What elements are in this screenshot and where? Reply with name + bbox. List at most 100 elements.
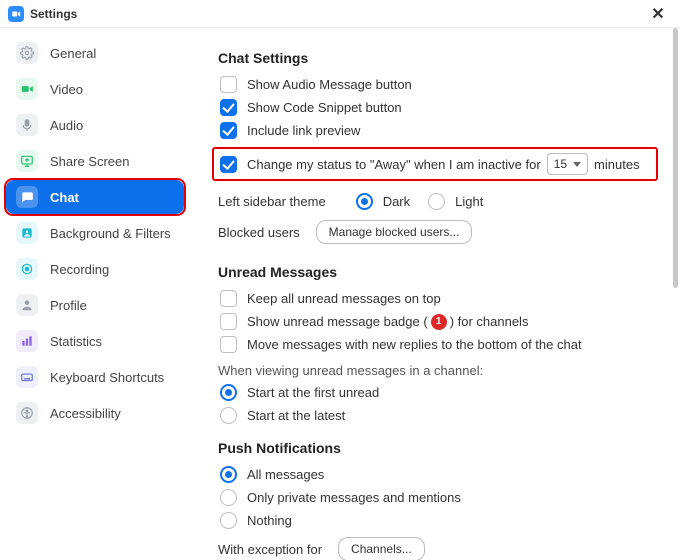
sidebar-item-profile[interactable]: Profile — [6, 288, 184, 322]
app-icon — [8, 6, 24, 22]
background-icon — [16, 222, 38, 244]
share-screen-icon — [16, 150, 38, 172]
radio-light[interactable] — [428, 193, 445, 210]
option-label: Nothing — [247, 513, 292, 528]
checkbox-checked-icon — [220, 122, 237, 139]
sidebar-item-background-filters[interactable]: Background & Filters — [6, 216, 184, 250]
option-label-pre: Show unread message badge ( — [247, 314, 428, 329]
option-move-replies-bottom[interactable]: Move messages with new replies to the bo… — [218, 336, 658, 353]
window-title: Settings — [30, 7, 77, 21]
radio-dark[interactable] — [356, 193, 373, 210]
radio-unchecked-icon — [220, 407, 237, 424]
option-push-private[interactable]: Only private messages and mentions — [218, 489, 658, 506]
sidebar-item-recording[interactable]: Recording — [6, 252, 184, 286]
statistics-icon — [16, 330, 38, 352]
sidebar-item-video[interactable]: Video — [6, 72, 184, 106]
sidebar-item-label: Profile — [50, 298, 87, 313]
theme-dark-label: Dark — [383, 194, 410, 209]
checkbox-checked-icon — [220, 99, 237, 116]
option-label: Keep all unread messages on top — [247, 291, 441, 306]
sidebar-item-label: Accessibility — [50, 406, 121, 421]
option-label: Start at the first unread — [247, 385, 379, 400]
option-away-status[interactable]: Change my status to "Away" when I am ina… — [212, 147, 658, 181]
video-icon — [16, 78, 38, 100]
sidebar-item-label: Chat — [50, 190, 79, 205]
button-label: Channels... — [351, 542, 412, 556]
chevron-down-icon — [573, 162, 581, 167]
checkbox-unchecked-icon — [220, 313, 237, 330]
sidebar-item-label: Background & Filters — [50, 226, 171, 241]
badge-count-icon: 1 — [431, 314, 447, 330]
sidebar-item-audio[interactable]: Audio — [6, 108, 184, 142]
option-show-audio-message[interactable]: Show Audio Message button — [218, 76, 658, 93]
push-exception-label: With exception for — [218, 542, 322, 557]
content-panel: Chat Settings Show Audio Message button … — [190, 28, 680, 560]
gear-icon — [16, 42, 38, 64]
button-label: Manage blocked users... — [329, 225, 460, 239]
away-minutes-select[interactable]: 15 — [547, 153, 588, 175]
profile-icon — [16, 294, 38, 316]
radio-checked-icon — [220, 384, 237, 401]
keyboard-icon — [16, 366, 38, 388]
sidebar-item-accessibility[interactable]: Accessibility — [6, 396, 184, 430]
sidebar-item-general[interactable]: General — [6, 36, 184, 70]
accessibility-icon — [16, 402, 38, 424]
option-show-code-snippet[interactable]: Show Code Snippet button — [218, 99, 658, 116]
manage-blocked-users-button[interactable]: Manage blocked users... — [316, 220, 473, 244]
scrollbar-thumb[interactable] — [673, 28, 678, 288]
option-label-post: ) for channels — [450, 314, 529, 329]
sidebar-item-label: Share Screen — [50, 154, 130, 169]
radio-unchecked-icon — [220, 512, 237, 529]
option-label: All messages — [247, 467, 324, 482]
sidebar-theme-label: Left sidebar theme — [218, 194, 326, 209]
close-button[interactable]: ✕ — [644, 0, 672, 28]
option-keep-unread-top[interactable]: Keep all unread messages on top — [218, 290, 658, 307]
away-minutes-value: 15 — [554, 157, 567, 171]
option-label: Show Audio Message button — [247, 77, 412, 92]
option-start-first-unread[interactable]: Start at the first unread — [218, 384, 658, 401]
checkbox-unchecked-icon — [220, 76, 237, 93]
option-label: Show Code Snippet button — [247, 100, 402, 115]
sidebar-item-chat[interactable]: Chat — [6, 180, 184, 214]
sidebar-item-label: Recording — [50, 262, 109, 277]
blocked-users-label: Blocked users — [218, 225, 300, 240]
sidebar-item-label: General — [50, 46, 96, 61]
radio-checked-icon — [220, 466, 237, 483]
theme-light-label: Light — [455, 194, 483, 209]
titlebar: Settings ✕ — [0, 0, 680, 28]
option-push-nothing[interactable]: Nothing — [218, 512, 658, 529]
sidebar-item-label: Keyboard Shortcuts — [50, 370, 164, 385]
option-start-latest[interactable]: Start at the latest — [218, 407, 658, 424]
checkbox-unchecked-icon — [220, 336, 237, 353]
checkbox-unchecked-icon — [220, 290, 237, 307]
option-label: Start at the latest — [247, 408, 345, 423]
audio-icon — [16, 114, 38, 136]
option-show-unread-badge[interactable]: Show unread message badge ( 1 ) for chan… — [218, 313, 658, 330]
away-text-suffix: minutes — [594, 157, 640, 172]
option-include-link-preview[interactable]: Include link preview — [218, 122, 658, 139]
chat-icon — [16, 186, 38, 208]
push-exception-row: With exception for Channels... — [218, 537, 658, 560]
blocked-users-row: Blocked users Manage blocked users... — [218, 220, 658, 244]
option-label: Move messages with new replies to the bo… — [247, 337, 582, 352]
sidebar: General Video Audio Share Screen Chat — [0, 28, 190, 560]
sidebar-item-label: Audio — [50, 118, 83, 133]
section-unread-messages: Unread Messages — [218, 264, 658, 280]
sidebar-item-keyboard-shortcuts[interactable]: Keyboard Shortcuts — [6, 360, 184, 394]
radio-unchecked-icon — [220, 489, 237, 506]
push-exception-channels-button[interactable]: Channels... — [338, 537, 425, 560]
option-push-all[interactable]: All messages — [218, 466, 658, 483]
sidebar-item-statistics[interactable]: Statistics — [6, 324, 184, 358]
section-push-notifications: Push Notifications — [218, 440, 658, 456]
sidebar-item-share-screen[interactable]: Share Screen — [6, 144, 184, 178]
section-chat-settings: Chat Settings — [218, 50, 658, 66]
sidebar-theme-row: Left sidebar theme Dark Light — [218, 193, 658, 210]
option-label: Only private messages and mentions — [247, 490, 461, 505]
sidebar-item-label: Video — [50, 82, 83, 97]
unread-viewing-note: When viewing unread messages in a channe… — [218, 363, 658, 378]
sidebar-item-label: Statistics — [50, 334, 102, 349]
option-label: Include link preview — [247, 123, 360, 138]
checkbox-checked-icon — [220, 156, 237, 173]
recording-icon — [16, 258, 38, 280]
away-text-prefix: Change my status to "Away" when I am ina… — [247, 157, 541, 172]
